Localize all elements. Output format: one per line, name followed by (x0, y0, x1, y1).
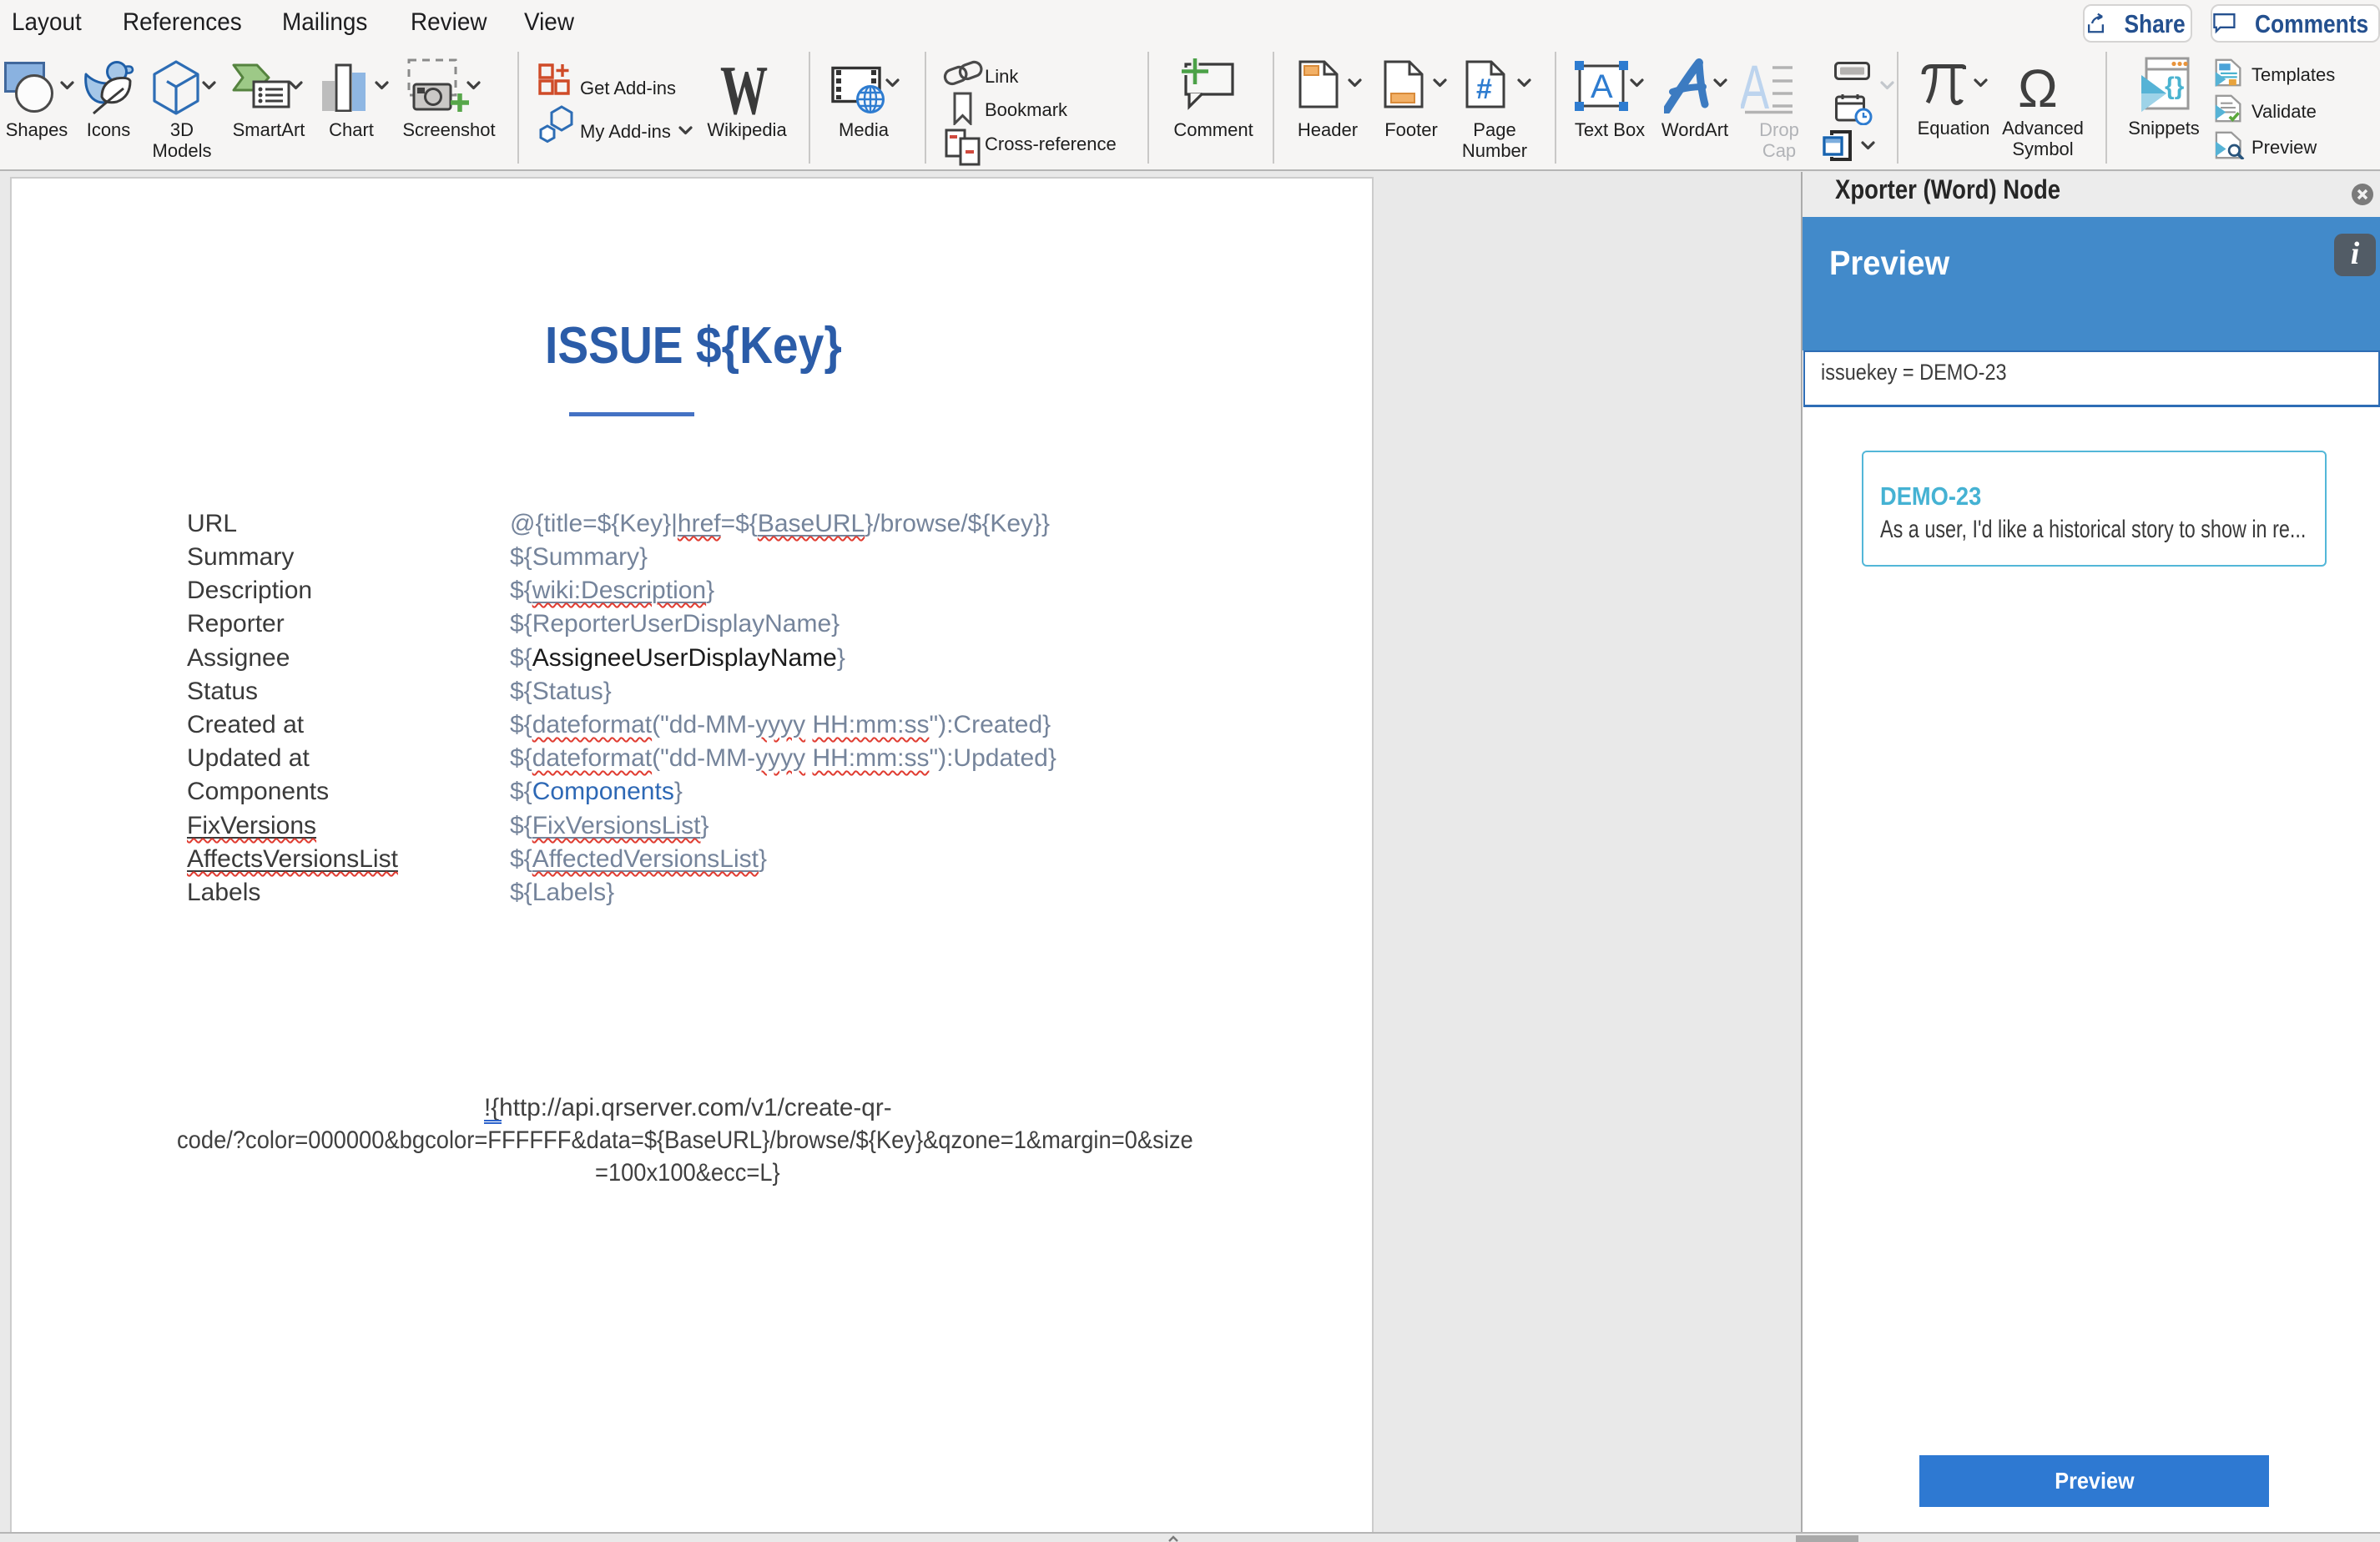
svg-text:A: A (1591, 68, 1613, 105)
svg-text:{}: {} (2165, 73, 2185, 100)
svg-text:#: # (1476, 73, 1492, 105)
svg-text:A: A (1741, 60, 1769, 115)
